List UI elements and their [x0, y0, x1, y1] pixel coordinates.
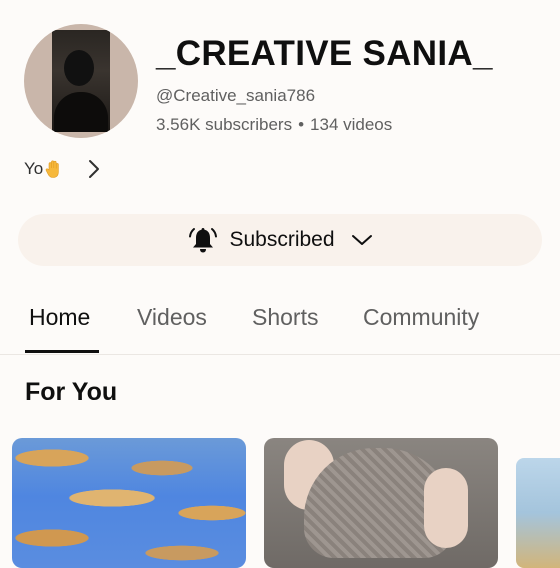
tab-home[interactable]: Home	[29, 304, 90, 331]
active-tab-indicator	[25, 350, 99, 353]
bell-icon	[189, 228, 218, 253]
avatar-head-shape	[64, 50, 94, 86]
avatar-photo	[52, 30, 110, 132]
channel-name: _CREATIVE SANIA_	[156, 34, 493, 73]
video-thumbnail[interactable]	[12, 438, 246, 568]
channel-tabs: Home Videos Shorts Community	[0, 292, 560, 355]
subscribed-button[interactable]: Subscribed	[18, 214, 542, 266]
avatar-shoulder-shape	[54, 92, 108, 132]
chevron-right-icon[interactable]	[86, 158, 104, 180]
channel-stats: 3.56K subscribers • 134 videos	[156, 115, 392, 135]
video-thumbnail[interactable]	[264, 438, 498, 568]
channel-avatar[interactable]	[24, 24, 138, 138]
video-thumbnail[interactable]	[516, 458, 560, 568]
subscriber-count: 3.56K subscribers	[156, 115, 293, 134]
raised-hand-icon	[45, 160, 59, 178]
section-title: For You	[25, 378, 118, 406]
description-text: Yo	[24, 159, 44, 178]
tab-shorts[interactable]: Shorts	[252, 304, 318, 331]
tab-community[interactable]: Community	[363, 304, 479, 331]
video-count: 134 videos	[310, 115, 393, 134]
chevron-down-icon	[351, 235, 372, 245]
thumbnail-hand-shape	[424, 468, 468, 548]
subscribed-label: Subscribed	[229, 228, 335, 251]
channel-handle: @Creative_sania786	[156, 86, 316, 105]
channel-description[interactable]: Yo	[24, 159, 64, 179]
tab-videos[interactable]: Videos	[137, 304, 207, 331]
stats-separator: •	[298, 115, 305, 134]
